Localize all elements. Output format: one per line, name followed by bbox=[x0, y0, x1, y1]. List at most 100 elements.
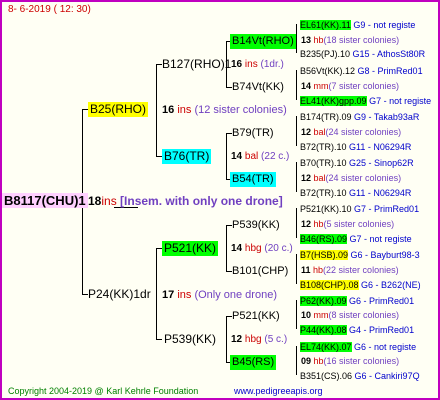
g3-note-8: (16 sister colonies) bbox=[323, 356, 400, 366]
g2-info-1: 16 ins (1dr.) bbox=[231, 58, 284, 72]
g3-queen-4[interactable]: B54(TR) bbox=[230, 172, 276, 187]
g4-row-7[interactable]: B70(TR).10 G25 - Sinop62R bbox=[300, 156, 414, 170]
g4-label-14: P44(KK).08 bbox=[300, 325, 347, 335]
g2-queen-2[interactable]: B76(TR) bbox=[162, 149, 212, 164]
g4-code-1: G9 - not registe bbox=[353, 20, 416, 30]
g4-row-12[interactable]: B108(CHP).08 G6 - B262(NE) bbox=[300, 278, 421, 292]
connector bbox=[226, 133, 227, 179]
g4-label-3: B56Vt(KK).12 bbox=[300, 66, 356, 76]
g2-ins-1: ins bbox=[244, 59, 258, 70]
g3-queen-8[interactable]: B45(RS) bbox=[230, 355, 277, 370]
g4-row-2[interactable]: B235(PJ).10 G15 - AthosSt80R bbox=[300, 47, 425, 61]
g3-queen-6[interactable]: B101(CHP) bbox=[230, 264, 290, 279]
g3-queen-2[interactable]: B74Vt(KK) bbox=[230, 80, 286, 95]
g4-code-7: G25 - Sinop62R bbox=[349, 158, 414, 168]
site-link[interactable]: www.pedigreeapis.org bbox=[234, 386, 323, 396]
g4-row-5[interactable]: B174(TR).09 G9 - Takab93aR bbox=[300, 110, 419, 124]
g3-info-7: 10 mm(8 sister colonies) bbox=[301, 308, 399, 322]
g3-num-5: 12 bbox=[301, 219, 312, 229]
pedigree-frame: 8- 6-2019 ( 12: 30) B8117(CHU)1 18ins [I… bbox=[0, 0, 440, 400]
g4-label-4: EL41(KK)gpp.09 bbox=[300, 96, 367, 106]
g4-code-3: G8 - PrimRed01 bbox=[357, 66, 423, 76]
sire-queen[interactable]: P24(KK)1dr bbox=[86, 287, 153, 302]
connector bbox=[156, 248, 157, 339]
g4-row-1[interactable]: EL61(KK).11 G9 - not registe bbox=[300, 18, 415, 32]
g4-label-8: B72(TR).10 bbox=[300, 188, 347, 198]
g4-row-13[interactable]: P62(KK).09 G6 - PrimRed01 bbox=[300, 294, 414, 308]
g4-label-11: B7(HSB).09 bbox=[300, 250, 349, 260]
g3-info-8: 09 hb(16 sister colonies) bbox=[301, 354, 399, 368]
connector bbox=[226, 316, 227, 362]
root-queen[interactable]: B8117(CHU)1 bbox=[2, 193, 88, 208]
g4-label-13: P62(KK).09 bbox=[300, 296, 347, 306]
g4-label-12: B108(CHP).08 bbox=[300, 280, 359, 290]
g4-code-14: G4 - PrimRed01 bbox=[349, 325, 415, 335]
connector bbox=[296, 162, 297, 192]
g4-code-4: G7 - not registe bbox=[369, 96, 432, 106]
root-info: 18ins [Insem. with only one drone] bbox=[88, 194, 283, 208]
date-header: 8- 6-2019 ( 12: 30) bbox=[8, 4, 91, 15]
g3-queen-5[interactable]: P539(KK) bbox=[230, 218, 282, 233]
g4-label-7: B70(TR).10 bbox=[300, 158, 347, 168]
g3-info-2: 14 mm(7 sister colonies) bbox=[301, 79, 399, 93]
g3-info-6: 11 hb(22 sister colonies) bbox=[301, 263, 399, 277]
g3-queen-3[interactable]: B79(TR) bbox=[230, 126, 276, 141]
g2-queen-1[interactable]: B127(RHO)1 bbox=[160, 57, 233, 72]
connector bbox=[296, 116, 297, 146]
g4-row-3[interactable]: B56Vt(KK).12 G8 - PrimRed01 bbox=[300, 64, 423, 78]
g3-num-1: 13 bbox=[301, 35, 312, 45]
g4-label-9: P521(KK).10 bbox=[300, 204, 352, 214]
g3-num-6: 11 bbox=[301, 265, 311, 275]
g4-code-5: G9 - Takab93aR bbox=[354, 112, 420, 122]
g3-info-4: 12 bal(24 sister colonies) bbox=[301, 171, 401, 185]
g3-info-1: 13 hb(18 sister colonies) bbox=[301, 33, 399, 47]
connector bbox=[296, 300, 297, 329]
g2-queen-4[interactable]: P539(KK) bbox=[162, 332, 218, 347]
g4-code-9: G7 - PrimRed01 bbox=[354, 204, 420, 214]
g4-row-6[interactable]: B72(TR).10 G11 - N06294R bbox=[300, 140, 411, 154]
g2-info-4: 12 hbg (5 c.) bbox=[231, 333, 287, 347]
g2-ins-2: bal bbox=[244, 151, 259, 162]
g3-num-4: 12 bbox=[301, 173, 312, 183]
g3-num-7: 10 bbox=[301, 310, 312, 320]
g4-row-4[interactable]: EL41(KK)gpp.09 G7 - not registe bbox=[300, 94, 431, 108]
g4-label-10: B46(RS).09 bbox=[300, 234, 348, 244]
g3-note-4: (24 sister colonies) bbox=[325, 173, 402, 183]
g3-note-3: (24 sister colonies) bbox=[325, 127, 402, 137]
root-note: [Insem. with only one drone] bbox=[120, 194, 283, 208]
g2-queen-3[interactable]: P521(KK) bbox=[162, 241, 219, 256]
g4-code-6: G11 - N06294R bbox=[349, 142, 412, 152]
g2-note-3: (20 c.) bbox=[264, 243, 293, 254]
g3-note-7: (8 sister colonies) bbox=[328, 310, 400, 320]
dam-queen[interactable]: B25(RHO) bbox=[88, 102, 149, 117]
g2-note-1: (1dr.) bbox=[260, 59, 284, 70]
g3-queen-1[interactable]: B14Vt(RHO) bbox=[230, 34, 296, 49]
connector bbox=[296, 254, 297, 284]
g4-row-10[interactable]: B46(RS).09 G7 - not registe bbox=[300, 232, 412, 246]
g3-ins-4: bal bbox=[313, 173, 326, 183]
g3-ins-6: hb bbox=[313, 265, 324, 275]
g4-row-11[interactable]: B7(HSB).09 G6 - Bayburt98-3 bbox=[300, 248, 420, 262]
g4-row-16[interactable]: B351(CS).06 G6 - Cankiri97Q bbox=[300, 369, 420, 383]
connector bbox=[296, 70, 297, 100]
g4-code-15: G6 - not registe bbox=[354, 342, 417, 352]
g3-queen-7[interactable]: P521(KK) bbox=[230, 309, 282, 324]
g2-info-2: 14 bal (22 c.) bbox=[231, 150, 289, 164]
root-ins: ins bbox=[101, 194, 117, 208]
sire-note: (Only one drone) bbox=[194, 289, 277, 301]
sire-ins: ins bbox=[177, 289, 192, 301]
g3-note-1: (18 sister colonies) bbox=[323, 35, 400, 45]
g4-code-2: G15 - AthosSt80R bbox=[352, 49, 426, 59]
g2-info-3: 14 hbg (20 c.) bbox=[231, 242, 293, 256]
connector bbox=[296, 346, 297, 375]
g2-note-4: (5 c.) bbox=[264, 334, 288, 345]
g4-row-9[interactable]: P521(KK).10 G7 - PrimRed01 bbox=[300, 202, 419, 216]
g4-row-15[interactable]: EL74(KK).07 G6 - not registe bbox=[300, 340, 416, 354]
connector bbox=[156, 64, 157, 156]
connector bbox=[296, 24, 297, 53]
g4-code-11: G6 - Bayburt98-3 bbox=[350, 250, 420, 260]
g3-note-5: (5 sister colonies) bbox=[323, 219, 395, 229]
g4-row-8[interactable]: B72(TR).10 G11 - N06294R bbox=[300, 186, 411, 200]
g3-ins-7: mm bbox=[313, 310, 329, 320]
g4-row-14[interactable]: P44(KK).08 G4 - PrimRed01 bbox=[300, 323, 414, 337]
